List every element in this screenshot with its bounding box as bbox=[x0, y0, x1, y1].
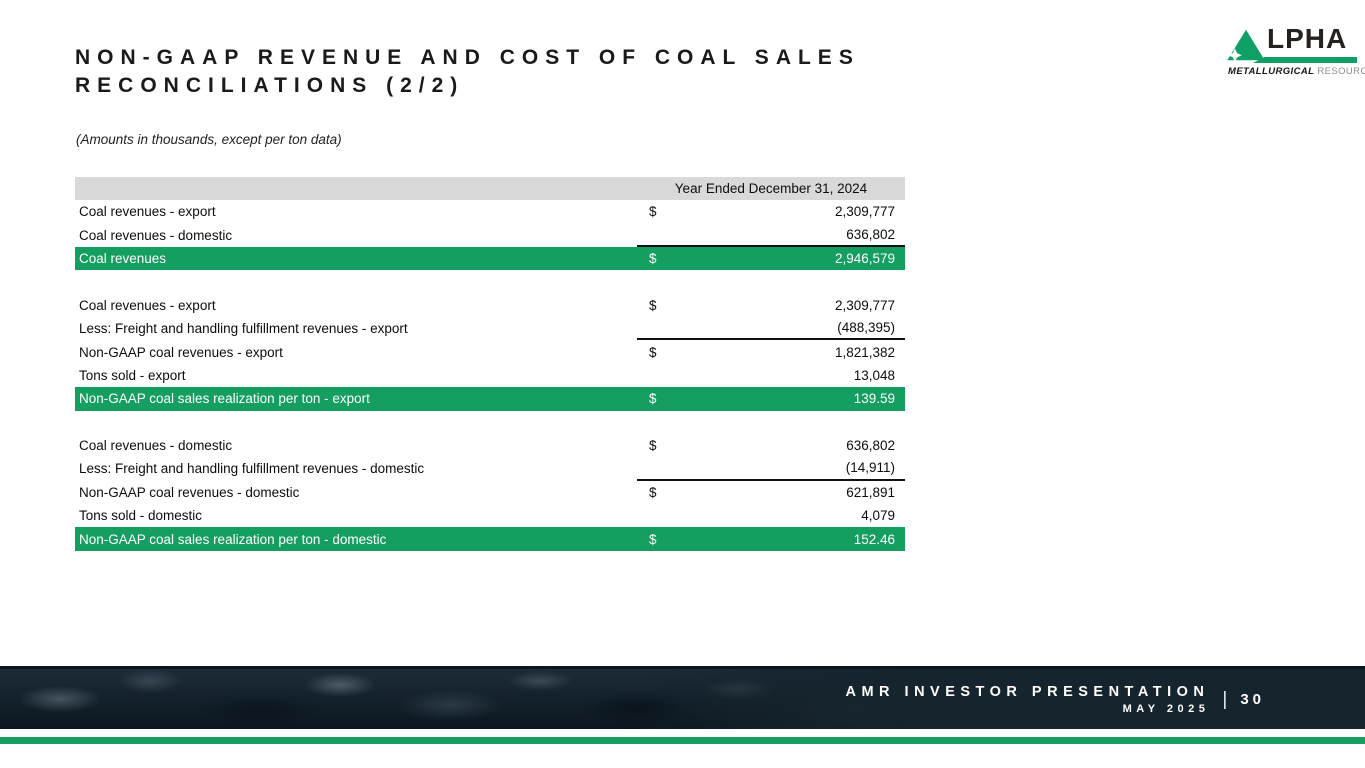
row-value: 152.46 bbox=[705, 532, 905, 547]
row-label: Coal revenues - export bbox=[75, 204, 637, 219]
row-values: $ 152.46 bbox=[637, 527, 905, 550]
table-row: Coal revenues - export $ 2,309,777 bbox=[75, 200, 905, 223]
table-row: Less: Freight and handling fulfillment r… bbox=[75, 457, 905, 480]
logo-tagline-light: RESOURCES bbox=[1317, 66, 1365, 77]
row-label: Non-GAAP coal revenues - domestic bbox=[75, 485, 637, 500]
table-row: Non-GAAP coal sales realization per ton … bbox=[75, 387, 905, 410]
logo-wordmark: LPHA bbox=[1267, 24, 1347, 54]
row-value: 636,802 bbox=[705, 227, 905, 242]
alpha-logo: LPHA METALLURGICAL RESOURCES bbox=[1227, 20, 1359, 76]
table-row: Coal revenues - domestic 636,802 bbox=[75, 223, 905, 246]
date-label: MAY 2025 bbox=[1123, 703, 1210, 715]
currency-symbol: $ bbox=[637, 391, 705, 406]
table-row: Coal revenues $ 2,946,579 bbox=[75, 247, 905, 270]
table-row bbox=[75, 411, 905, 434]
reconciliation-table: Year Ended December 31, 2024 Coal revenu… bbox=[75, 177, 905, 551]
row-label: Coal revenues - domestic bbox=[75, 228, 637, 243]
row-values: 4,079 bbox=[637, 504, 905, 527]
row-label: Less: Freight and handling fulfillment r… bbox=[75, 461, 637, 476]
page-number: 30 bbox=[1240, 691, 1265, 708]
row-values: $ 2,309,777 bbox=[637, 294, 905, 317]
row-value: 4,079 bbox=[705, 508, 905, 523]
row-values: (14,911) bbox=[637, 457, 905, 480]
row-value: 1,821,382 bbox=[705, 345, 905, 360]
alpha-triangle-icon bbox=[1227, 28, 1265, 62]
page-title-line1: NON-GAAP REVENUE AND COST OF COAL SALES bbox=[75, 44, 860, 72]
currency-symbol: $ bbox=[637, 298, 705, 313]
row-label: Non-GAAP coal revenues - export bbox=[75, 345, 637, 360]
footer-separator: | bbox=[1222, 689, 1227, 711]
table-header-cell: Year Ended December 31, 2024 bbox=[637, 177, 905, 200]
row-values: 13,048 bbox=[637, 364, 905, 387]
row-value: 2,309,777 bbox=[705, 298, 905, 313]
logo-tagline-bold: METALLURGICAL bbox=[1228, 66, 1314, 77]
table-row: Coal revenues - domestic $ 636,802 bbox=[75, 434, 905, 457]
row-values: 636,802 bbox=[637, 223, 905, 246]
table-row: Non-GAAP coal revenues - export $ 1,821,… bbox=[75, 340, 905, 363]
row-values bbox=[637, 270, 905, 293]
currency-symbol: $ bbox=[637, 438, 705, 453]
row-label: Tons sold - export bbox=[75, 368, 637, 383]
table-row: Non-GAAP coal revenues - domestic $ 621,… bbox=[75, 481, 905, 504]
logo-underline-bar bbox=[1253, 57, 1357, 63]
row-label: Coal revenues - domestic bbox=[75, 438, 637, 453]
table-header-label: Year Ended December 31, 2024 bbox=[675, 181, 867, 196]
table-header-row: Year Ended December 31, 2024 bbox=[75, 177, 905, 200]
row-value: (14,911) bbox=[705, 460, 905, 475]
row-value: 636,802 bbox=[705, 438, 905, 453]
table-row: Non-GAAP coal sales realization per ton … bbox=[75, 527, 905, 550]
currency-symbol: $ bbox=[637, 345, 705, 360]
page-title-line2: RECONCILIATIONS (2/2) bbox=[75, 72, 860, 100]
row-values: $ 139.59 bbox=[637, 387, 905, 410]
row-value: 621,891 bbox=[705, 485, 905, 500]
row-label: Coal revenues - export bbox=[75, 298, 637, 313]
row-values bbox=[637, 411, 905, 434]
row-value: 139.59 bbox=[705, 391, 905, 406]
presentation-label: AMR INVESTOR PRESENTATION bbox=[845, 684, 1209, 700]
table-row: Less: Freight and handling fulfillment r… bbox=[75, 317, 905, 340]
table-row bbox=[75, 270, 905, 293]
row-values: $ 1,821,382 bbox=[637, 340, 905, 363]
row-values: $ 2,946,579 bbox=[637, 247, 905, 270]
currency-symbol: $ bbox=[637, 251, 705, 266]
row-values: $ 636,802 bbox=[637, 434, 905, 457]
table-row: Tons sold - domestic 4,079 bbox=[75, 504, 905, 527]
row-values: $ 2,309,777 bbox=[637, 200, 905, 223]
row-values: (488,395) bbox=[637, 317, 905, 340]
bottom-accent-bar bbox=[0, 737, 1365, 744]
row-label: Tons sold - domestic bbox=[75, 508, 637, 523]
slide: NON-GAAP REVENUE AND COST OF COAL SALES … bbox=[0, 0, 1365, 768]
row-label: Non-GAAP coal sales realization per ton … bbox=[75, 532, 637, 547]
page-title: NON-GAAP REVENUE AND COST OF COAL SALES … bbox=[75, 44, 860, 100]
row-value: 13,048 bbox=[705, 368, 905, 383]
table-row: Tons sold - export 13,048 bbox=[75, 364, 905, 387]
row-label: Non-GAAP coal sales realization per ton … bbox=[75, 391, 637, 406]
footer-labels: AMR INVESTOR PRESENTATION MAY 2025 bbox=[845, 684, 1209, 715]
table-body: Coal revenues - export $ 2,309,777 Coal … bbox=[75, 200, 905, 551]
row-value: 2,946,579 bbox=[705, 251, 905, 266]
units-note: (Amounts in thousands, except per ton da… bbox=[76, 132, 342, 147]
footer-text: AMR INVESTOR PRESENTATION MAY 2025 | 30 bbox=[845, 669, 1265, 729]
logo-tagline: METALLURGICAL RESOURCES bbox=[1228, 66, 1362, 77]
currency-symbol: $ bbox=[637, 204, 705, 219]
currency-symbol: $ bbox=[637, 485, 705, 500]
row-label: Coal revenues bbox=[75, 251, 637, 266]
row-value: 2,309,777 bbox=[705, 204, 905, 219]
currency-symbol: $ bbox=[637, 532, 705, 547]
row-value: (488,395) bbox=[705, 320, 905, 335]
row-label: Less: Freight and handling fulfillment r… bbox=[75, 321, 637, 336]
row-values: $ 621,891 bbox=[637, 481, 905, 504]
footer-band: AMR INVESTOR PRESENTATION MAY 2025 | 30 bbox=[0, 666, 1365, 729]
table-row: Coal revenues - export $ 2,309,777 bbox=[75, 294, 905, 317]
